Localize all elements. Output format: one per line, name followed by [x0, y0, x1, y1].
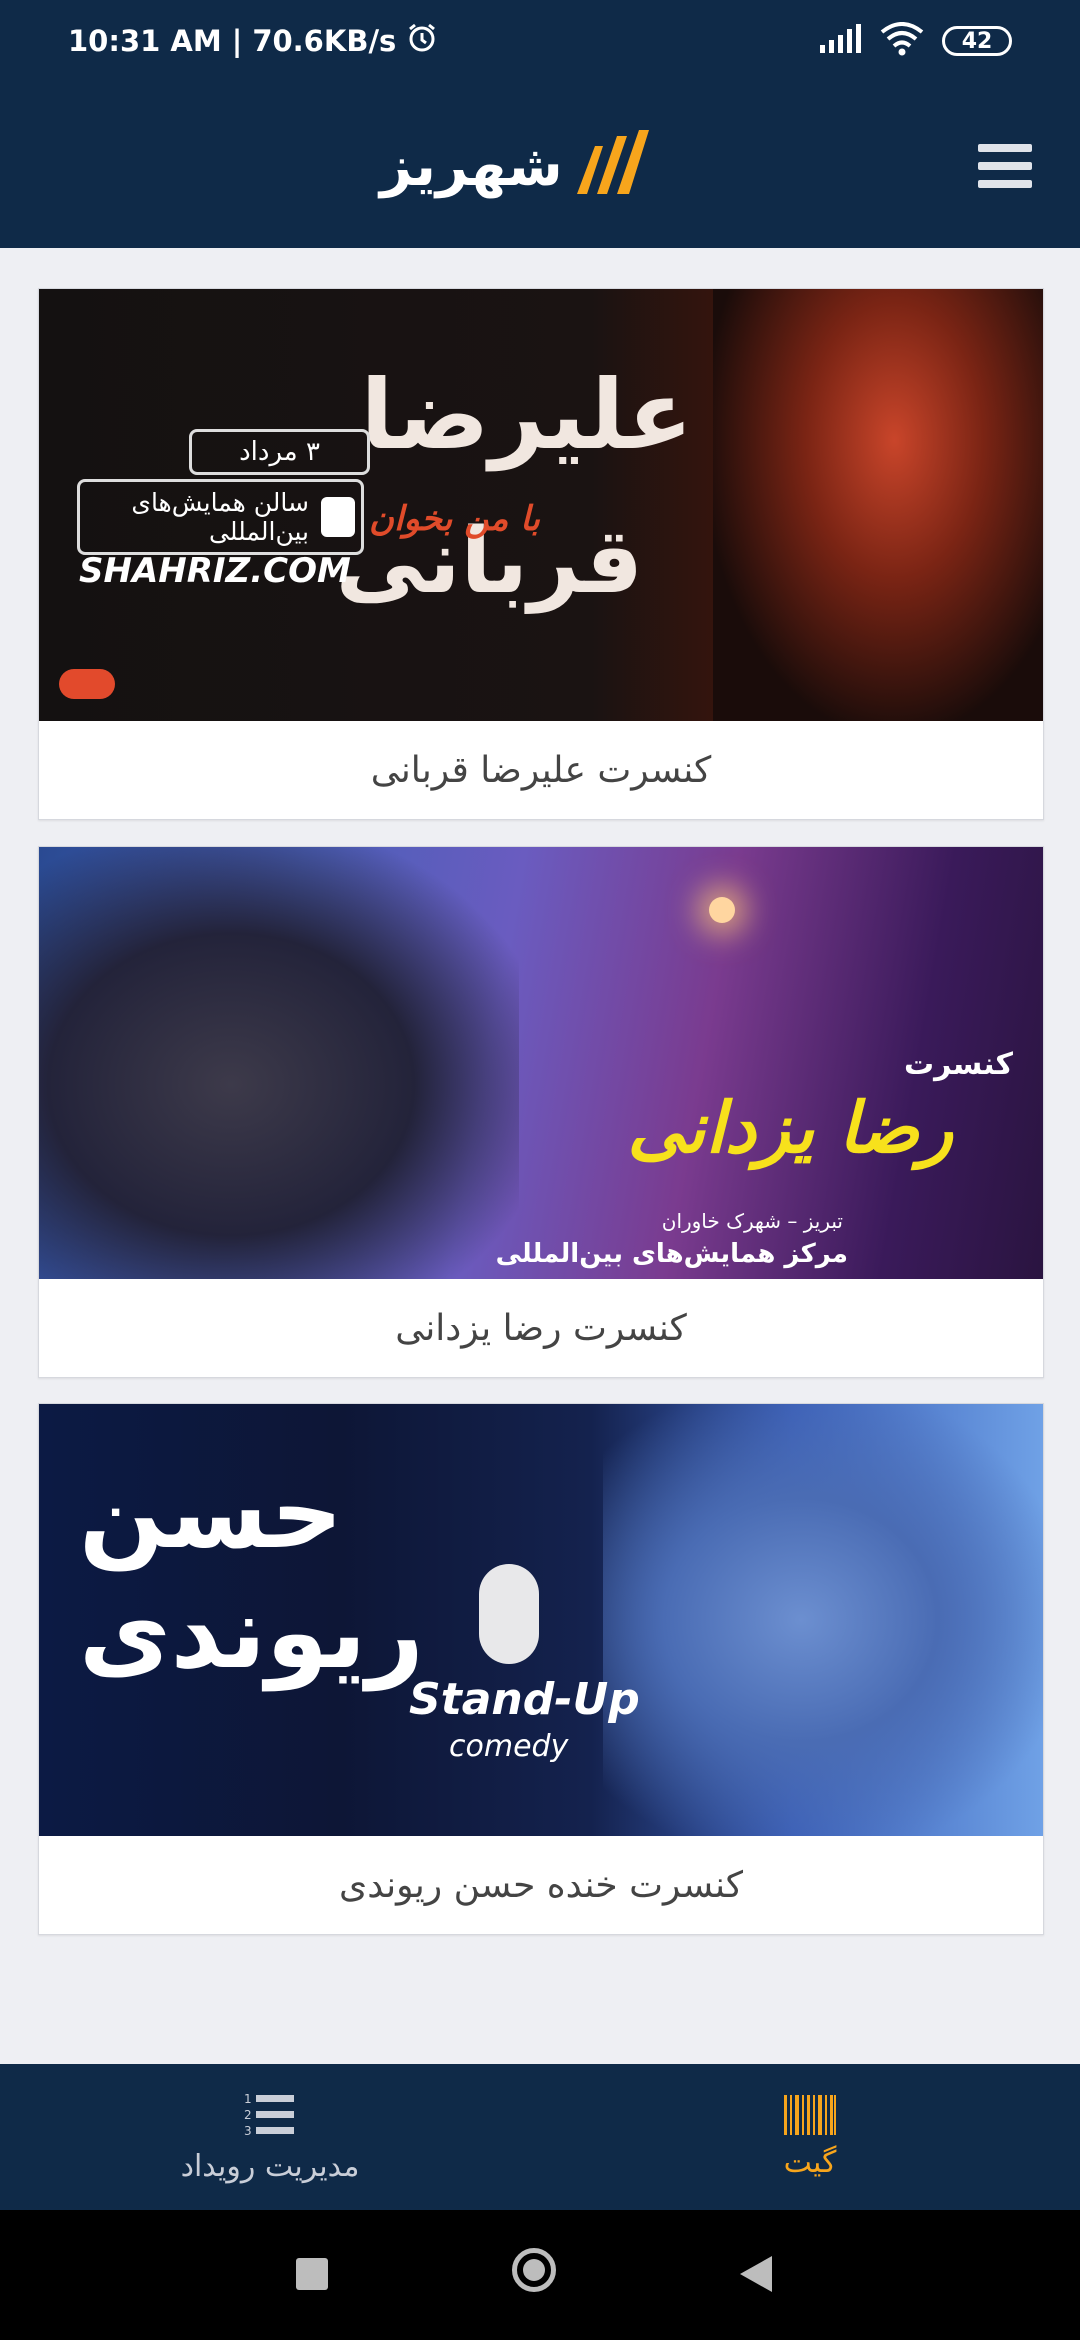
nav-label-gate: گیت [783, 2144, 837, 2180]
artist-photo [713, 289, 1043, 721]
event-card[interactable]: حسن ریوندی Stand-Up comedy کنسرت خنده حس… [38, 1403, 1044, 1935]
event-banner-image[interactable]: کنسرت رضا یزدانی تبریز – شهرک خاوران مرک… [39, 847, 1043, 1279]
banner-name-line1: علیرضا [360, 359, 693, 471]
banner-name-line1: حسن [79, 1454, 343, 1571]
app-logo: شهریز [380, 128, 649, 204]
banner-venue-line1: سالن همایش‌های [131, 488, 309, 517]
bottom-navigation: 1 2 3 مدیریت رویداد گیت [0, 2064, 1080, 2210]
nav-label-event-management: مدیریت رویداد [180, 2148, 360, 2184]
app-bar: شهریز [0, 82, 1080, 248]
banner-site: SHAHRIZ.COM [79, 551, 351, 591]
signal-icon [818, 23, 862, 59]
event-banner-image[interactable]: علیرضا قربانی با من بخوان ۳ مرداد سالن ه… [39, 289, 1043, 721]
battery-indicator: 42 [942, 26, 1012, 56]
stage-light [709, 897, 735, 923]
nav-item-gate[interactable]: گیت [650, 2064, 970, 2210]
status-bar: 10:31 AM | 70.6KB/s 42 [0, 0, 1080, 82]
status-net-speed: 70.6KB/s [252, 24, 397, 58]
numbered-list-icon: 1 2 3 [244, 2091, 296, 2143]
banner-name-line2: ریوندی [79, 1574, 424, 1691]
banner-venue-line2: بین‌المللی [209, 517, 309, 546]
event-title[interactable]: کنسرت علیرضا قربانی [39, 721, 1043, 819]
svg-text:2: 2 [244, 2108, 252, 2122]
status-right: 42 [818, 0, 1012, 82]
banner-venue: مرکز همایش‌های بین‌المللی [495, 1239, 848, 1269]
status-time: 10:31 AM [68, 24, 222, 58]
banner-name: رضا یزدانی [627, 1087, 954, 1169]
banner-city: تبریز – شهرک خاوران [661, 1209, 843, 1233]
location-pin-icon [321, 497, 355, 537]
alarm-icon [406, 22, 438, 61]
banner-date: ۳ مرداد [189, 429, 370, 475]
logo-mark-icon [573, 128, 649, 204]
recents-icon[interactable] [296, 2258, 328, 2290]
hamburger-menu-icon[interactable] [978, 144, 1032, 188]
system-navigation-bar [0, 2210, 1080, 2340]
banner-tag: با من بخوان [369, 499, 540, 539]
artist-photo [39, 847, 519, 1279]
back-icon[interactable] [738, 2254, 774, 2294]
barcode-icon [784, 2094, 836, 2139]
banner-stand-up: Stand-Up [409, 1674, 640, 1725]
event-card[interactable]: کنسرت رضا یزدانی تبریز – شهرک خاوران مرک… [38, 846, 1044, 1378]
banner-comedy: comedy [449, 1729, 569, 1764]
status-separator: | [231, 24, 243, 58]
svg-text:1: 1 [244, 2092, 252, 2106]
logo-text: شهریز [380, 133, 563, 199]
event-title[interactable]: کنسرت خنده حسن ریوندی [39, 1836, 1043, 1934]
event-card[interactable]: علیرضا قربانی با من بخوان ۳ مرداد سالن ه… [38, 288, 1044, 820]
artist-photo [603, 1404, 1043, 1836]
event-banner-image[interactable]: حسن ریوندی Stand-Up comedy [39, 1404, 1043, 1836]
home-icon[interactable] [512, 2248, 556, 2292]
wifi-icon [880, 22, 924, 60]
nav-item-event-management[interactable]: 1 2 3 مدیریت رویداد [110, 2064, 430, 2210]
event-title[interactable]: کنسرت رضا یزدانی [39, 1279, 1043, 1377]
svg-text:3: 3 [244, 2124, 252, 2138]
banner-kicker: کنسرت [903, 1047, 1013, 1082]
microphone-icon [479, 1564, 539, 1664]
status-left: 10:31 AM | 70.6KB/s [68, 0, 438, 82]
organizer-logo-icon [59, 669, 115, 699]
